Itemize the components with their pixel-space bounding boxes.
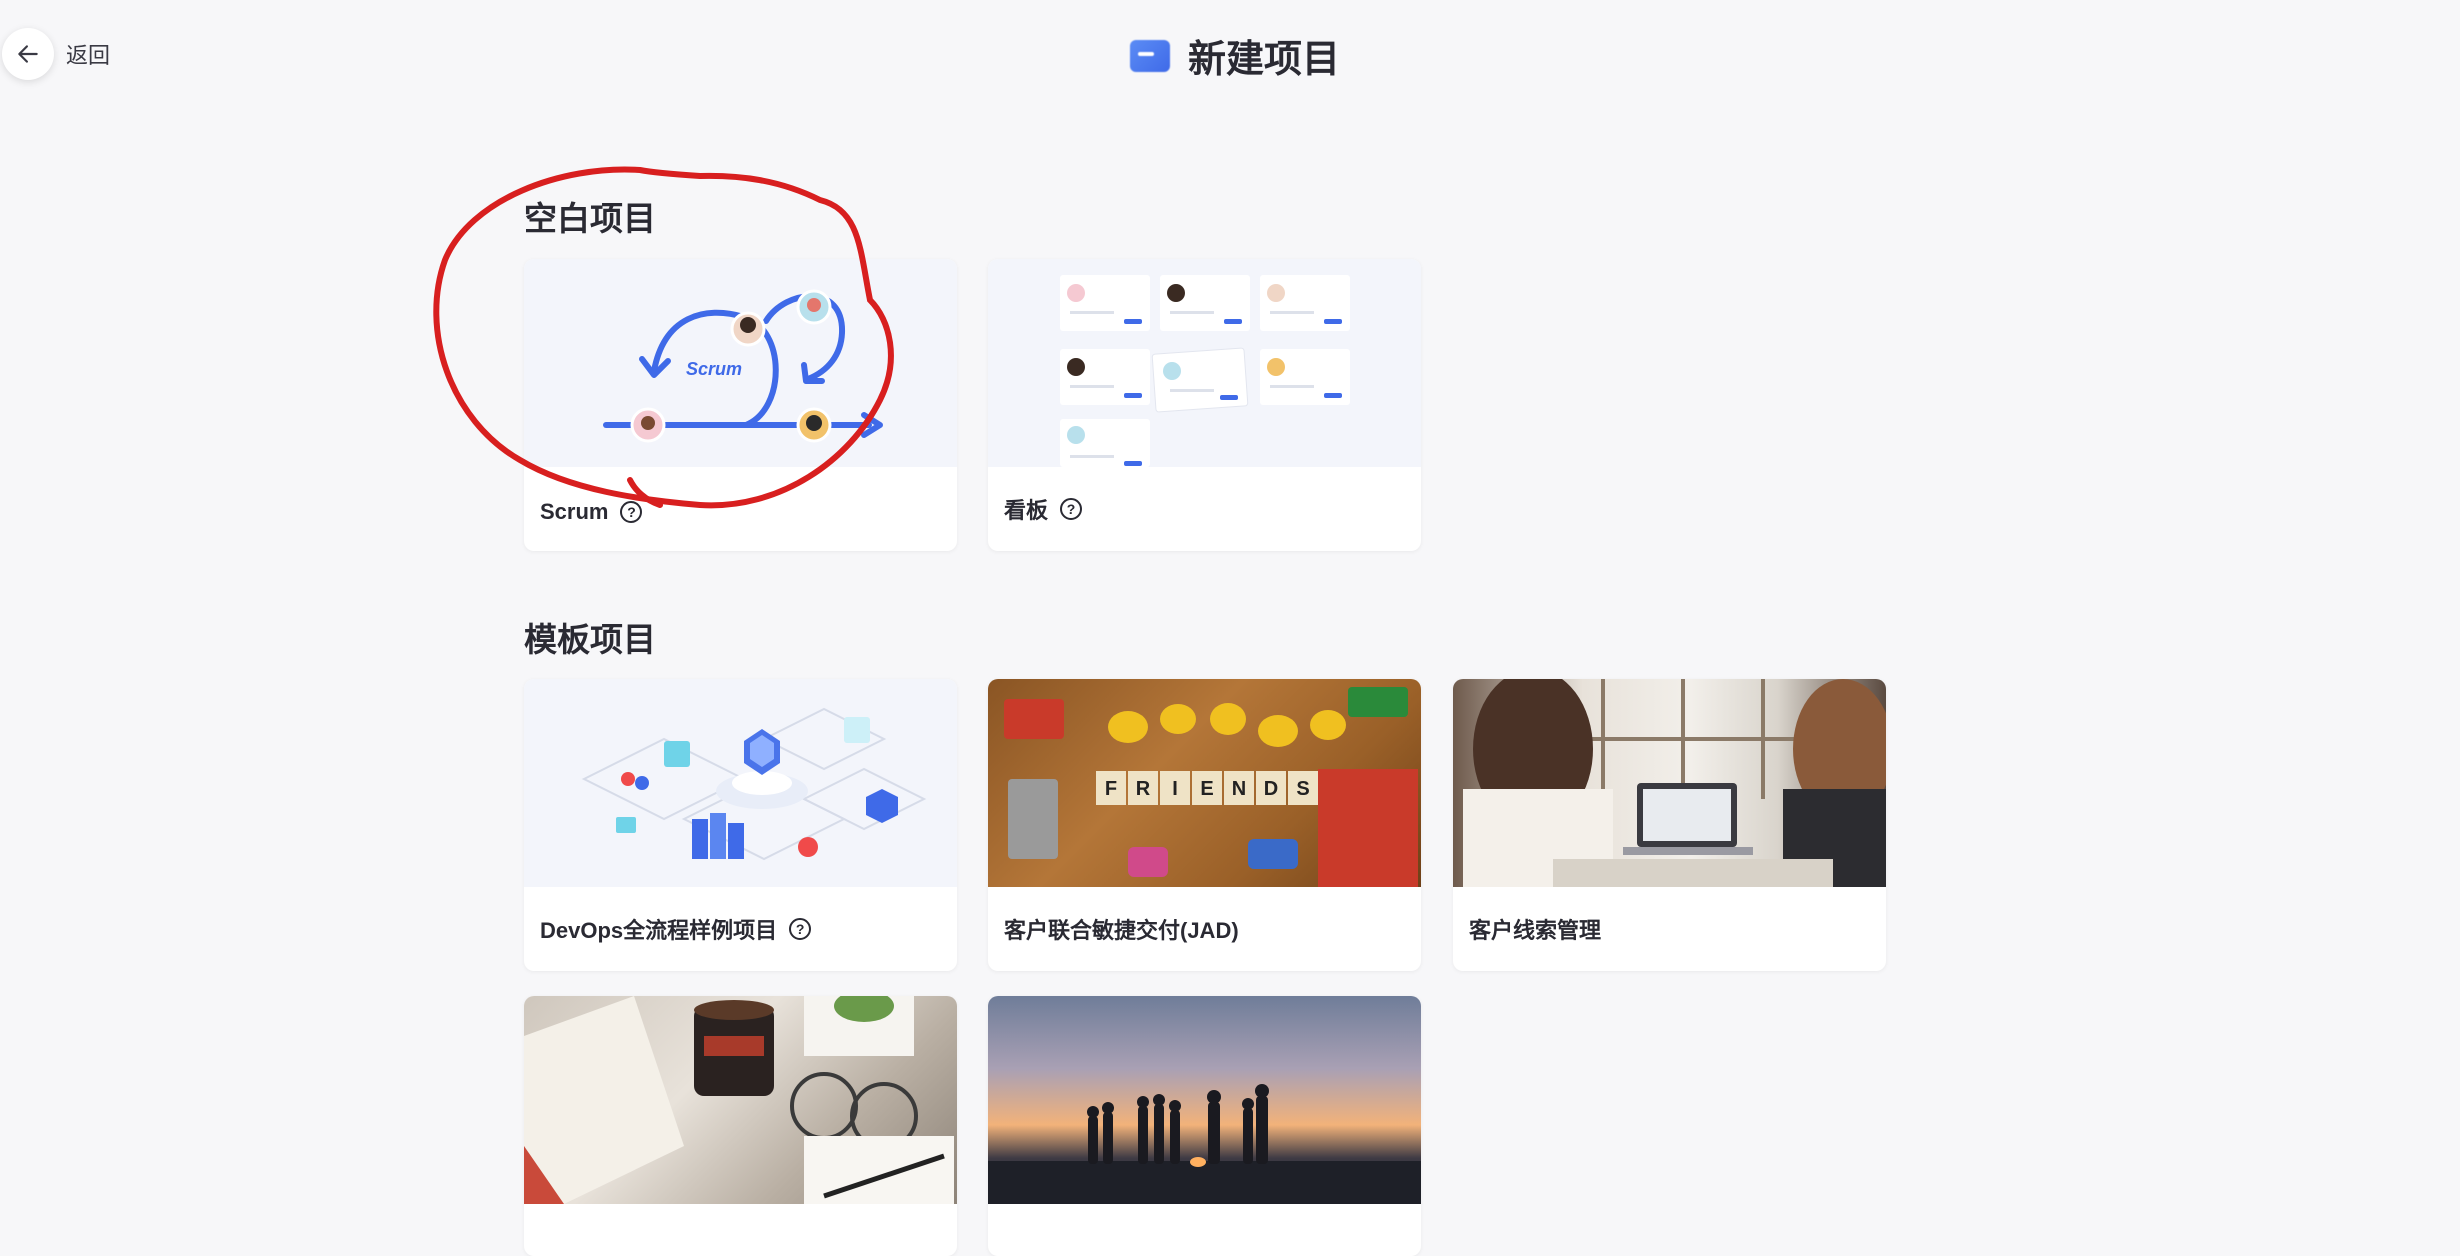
card-kanban-label: 看板 xyxy=(1004,498,1049,523)
card-template-4[interactable] xyxy=(524,996,957,1256)
tile-letter: R xyxy=(1136,778,1151,800)
office-scene xyxy=(1463,679,1886,887)
card-scrum-label: Scrum xyxy=(540,499,609,524)
project-icon xyxy=(1130,39,1170,72)
scrum-illustration: Scrum xyxy=(524,259,957,467)
office-photo xyxy=(1453,679,1886,887)
back-label[interactable]: 返回 xyxy=(66,38,110,70)
back-button[interactable] xyxy=(2,28,54,80)
section-title-blank: 空白项目 xyxy=(524,200,656,237)
tile-letter: I xyxy=(1172,778,1178,800)
scrum-text: Scrum xyxy=(686,359,742,379)
top-bar: 返回 新建项目 xyxy=(0,0,2460,110)
card-leads-label-row: 客户线索管理 xyxy=(1469,913,1601,945)
kanban-board-icon xyxy=(1060,275,1350,467)
card-jad-label-row: 客户联合敏捷交付(JAD) xyxy=(1004,913,1239,945)
card-devops-label-row: DevOps全流程样例项目 ? xyxy=(540,913,812,945)
card-leads[interactable]: 客户线索管理 xyxy=(1453,679,1886,971)
desk-scene xyxy=(524,996,954,1204)
help-icon[interactable]: ? xyxy=(789,918,812,940)
card-jad[interactable]: F R I E N D S 客户联合敏捷交付(JAD) xyxy=(988,679,1421,971)
card-devops[interactable]: DevOps全流程样例项目 ? xyxy=(524,679,957,971)
card-jad-label: 客户联合敏捷交付(JAD) xyxy=(1004,918,1239,943)
card-kanban[interactable]: 看板 ? xyxy=(988,259,1421,551)
friends-photo: F R I E N D S xyxy=(988,679,1421,887)
card-scrum[interactable]: Scrum Scrum ? xyxy=(524,259,957,551)
friends-scene: F R I E N D S xyxy=(1004,687,1418,887)
tile-letter: S xyxy=(1296,778,1309,800)
devops-illustration xyxy=(524,679,957,887)
tile-letter: F xyxy=(1105,778,1117,800)
help-icon[interactable]: ? xyxy=(620,501,643,523)
card-leads-label: 客户线索管理 xyxy=(1469,918,1602,943)
section-title-template: 模板项目 xyxy=(524,621,656,658)
tile-letter: D xyxy=(1264,778,1278,800)
card-template-5[interactable] xyxy=(988,996,1421,1256)
devops-network-icon xyxy=(581,707,927,861)
sunset-photo xyxy=(988,996,1421,1204)
desk-photo xyxy=(524,996,957,1204)
tile-letter: N xyxy=(1232,778,1246,800)
kanban-illustration xyxy=(988,259,1421,467)
page-title: 新建项目 xyxy=(1188,39,1341,81)
scrum-cycle-icon: Scrum xyxy=(603,289,883,443)
sunset-scene xyxy=(988,1084,1421,1204)
card-devops-label: DevOps全流程样例项目 xyxy=(540,918,778,943)
help-icon[interactable]: ? xyxy=(1060,498,1083,520)
arrow-left-icon xyxy=(18,45,38,63)
card-scrum-label-row: Scrum ? xyxy=(540,499,643,525)
card-kanban-label-row: 看板 ? xyxy=(1004,493,1083,525)
page-title-wrap: 新建项目 xyxy=(1130,28,1340,83)
tile-letter: E xyxy=(1200,778,1213,800)
